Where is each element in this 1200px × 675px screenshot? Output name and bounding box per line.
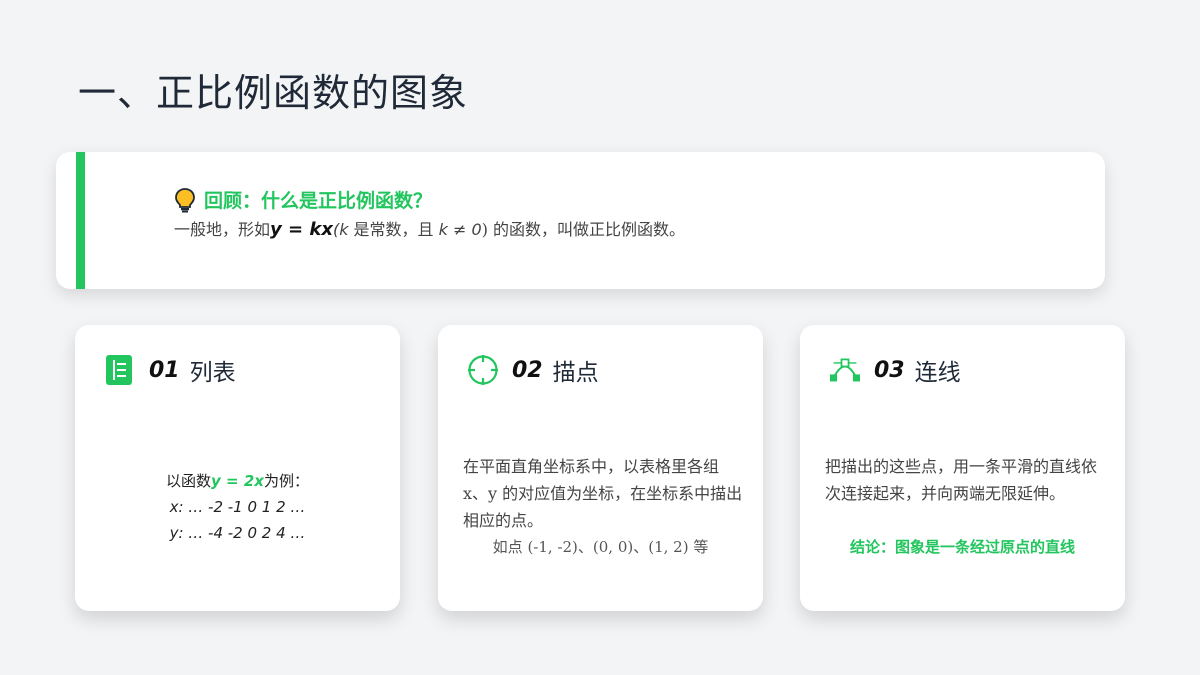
- step-number: 01: [149, 357, 180, 383]
- step-label: 列表: [189, 360, 236, 386]
- table-example: 以函数y = 2x为例： x: … -2 -1 0 1 2 … y: … -4 …: [75, 468, 400, 546]
- lightbulb-icon: [175, 187, 195, 212]
- step-card-connect: 03 连线 把描出的这些点，用一条平滑的直线依次连接起来，并向两端无限延伸。 结…: [800, 325, 1125, 611]
- table-row-y: y: … -4 -2 0 2 4 …: [169, 524, 306, 542]
- example-points: 如点 (-1, -2)、(0, 0)、(1, 2) 等: [492, 538, 709, 556]
- example-intro: 以函数y = 2x为例：: [75, 468, 400, 494]
- card-header: 03 连线: [830, 353, 961, 387]
- bezier-curve-icon: [830, 358, 860, 382]
- example-prefix: 以函数: [166, 472, 212, 490]
- definition-suffix: ) 的函数，叫做正比例函数。: [481, 220, 686, 239]
- crosshair-icon: [468, 355, 498, 385]
- step-description: 把描出的这些点，用一条平滑的直线依次连接起来，并向两端无限延伸。: [825, 457, 1098, 503]
- page-title: 一、正比例函数的图象: [78, 71, 469, 115]
- example-formula: y = 2x: [211, 472, 264, 490]
- accent-bar: [76, 152, 85, 289]
- recall-heading-text: 回顾：什么是正比例函数？: [204, 190, 433, 212]
- recall-panel: 回顾：什么是正比例函数？ 一般地，形如y = kx(k 是常数，且 k ≠ 0)…: [56, 152, 1105, 289]
- definition-condition: k ≠ 0: [438, 220, 482, 239]
- conclusion-text: 结论：图象是一条经过原点的直线: [849, 538, 1075, 556]
- step-card-plot: 02 描点 在平面直角坐标系中，以表格里各组 x、y 的对应值为坐标，在坐标系中…: [438, 325, 763, 611]
- card-header: 01 列表: [105, 353, 236, 387]
- card-header: 02 描点: [468, 353, 599, 387]
- example-suffix: 为例：: [263, 472, 309, 490]
- recall-definition: 一般地，形如y = kx(k 是常数，且 k ≠ 0) 的函数，叫做正比例函数。: [174, 216, 685, 240]
- definition-formula: y = kx: [270, 219, 333, 240]
- definition-prefix: 一般地，形如: [174, 220, 271, 239]
- step-card-table: 01 列表 以函数y = 2x为例： x: … -2 -1 0 1 2 … y:…: [75, 325, 400, 611]
- table-row-x: x: … -2 -1 0 1 2 …: [169, 498, 306, 516]
- table-icon: [106, 355, 132, 385]
- step-number: 03: [874, 357, 905, 383]
- recall-heading: 回顾：什么是正比例函数？: [174, 186, 432, 213]
- step-number: 02: [512, 357, 543, 383]
- step-description: 在平面直角坐标系中，以表格里各组 x、y 的对应值为坐标，在坐标系中描出相应的点…: [463, 457, 743, 530]
- step-label: 描点: [552, 360, 599, 386]
- definition-mid: 是常数，且: [348, 220, 439, 239]
- step-label: 连线: [914, 360, 961, 386]
